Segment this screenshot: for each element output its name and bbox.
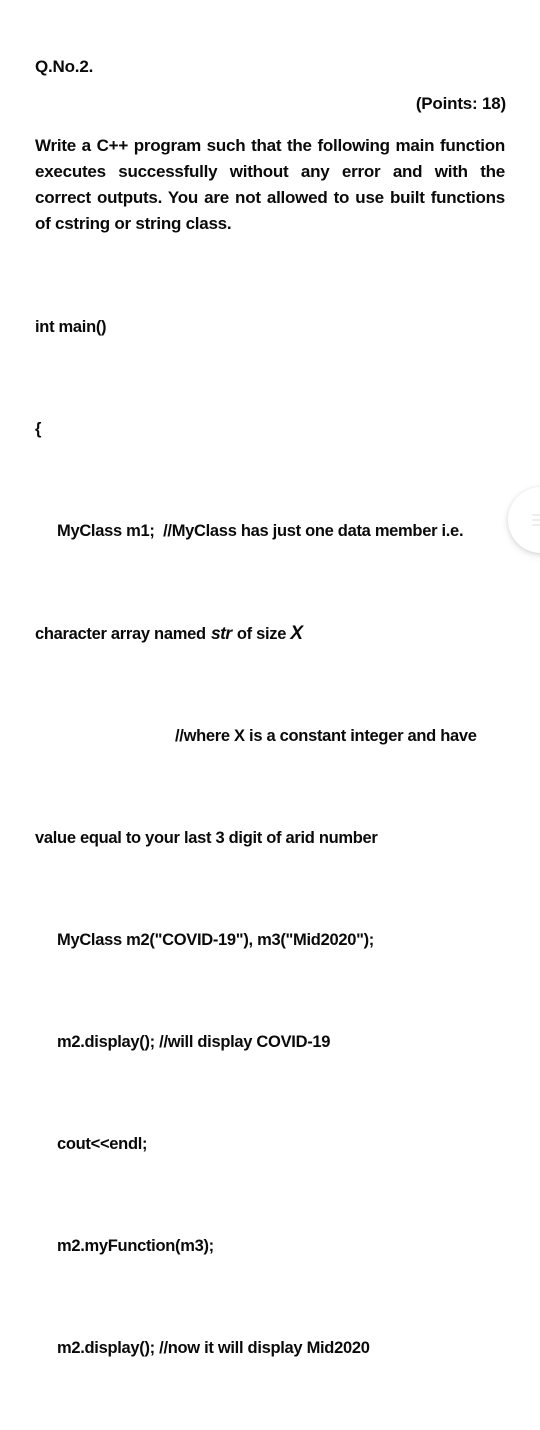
code-line-char-array: character array named str of size X (35, 621, 515, 648)
code-line-m2-display-1: m2.display(); //will display COVID-19 (57, 1032, 331, 1051)
question-intro-paragraph: Write a C++ program such that the follow… (35, 136, 505, 233)
icon-bar-1 (532, 514, 540, 516)
code-line-int-main: int main() (35, 317, 107, 336)
code-identifier-x: X (290, 622, 303, 644)
document-page: Q.No.2. (Points: 18) Write a C++ program… (0, 0, 540, 1357)
code-line-cout-endl-1: cout<<endl; (57, 1134, 148, 1153)
code-listing: int main() { MyClass m1; //MyClass has j… (35, 238, 515, 1430)
code-line-char-array-mid: of size (232, 624, 291, 643)
code-line-char-array-prefix: character array named (35, 624, 211, 643)
question-number-heading: Q.No.2. (35, 57, 94, 76)
code-line-m2-display-2: m2.display(); //now it will display Mid2… (57, 1338, 370, 1357)
code-line-myclass-m1: MyClass m1; //MyClass has just one data … (57, 521, 464, 540)
icon-bar-3 (532, 524, 540, 526)
points-label: (Points: 18) (415, 94, 506, 113)
code-comment-where-x: //where X is a constant integer and have (175, 726, 477, 745)
code-identifier-str: str (211, 622, 232, 643)
floating-action-button-icon (532, 511, 540, 529)
code-comment-arid-number: value equal to your last 3 digit of arid… (35, 828, 378, 847)
code-line-m2-myfunction: m2.myFunction(m3); (57, 1236, 214, 1255)
code-line-open-brace: { (35, 419, 42, 438)
icon-bar-2 (532, 519, 540, 521)
code-line-myclass-m2-m3: MyClass m2("COVID-19"), m3("Mid2020"); (57, 930, 374, 949)
